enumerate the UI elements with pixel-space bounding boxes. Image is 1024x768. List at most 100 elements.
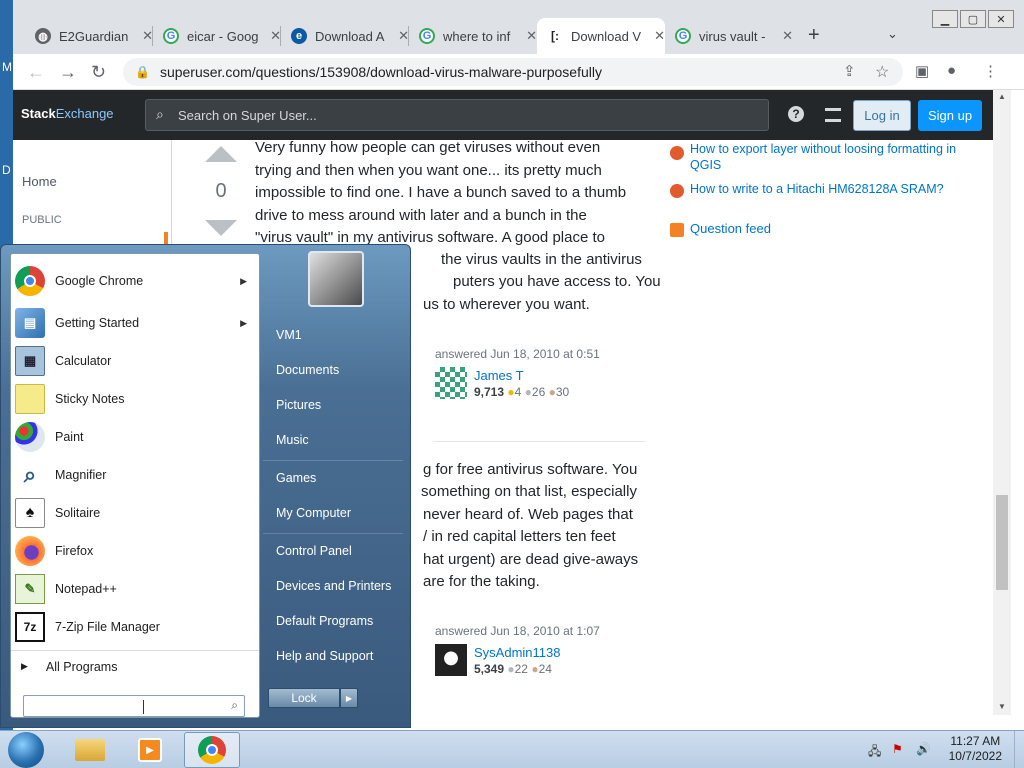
back-icon[interactable]: ← (27, 62, 45, 83)
program-google-chrome[interactable]: Google Chrome ▶ (11, 262, 259, 300)
toolbar: ← → ↻ 🔒 superuser.com/questions/153908/d… (13, 54, 1024, 90)
all-programs[interactable]: ▶ All Programs (11, 650, 259, 682)
program-calculator[interactable]: ▦ Calculator (11, 342, 259, 380)
start-item-control-panel[interactable]: Control Panel (263, 535, 409, 567)
scroll-down-icon[interactable]: ▼ (998, 702, 1006, 711)
start-item-my-computer[interactable]: My Computer (263, 497, 409, 529)
start-item-devices-printers[interactable]: Devices and Printers (263, 570, 409, 602)
sticky-notes-icon (15, 384, 45, 414)
lock-icon[interactable]: 🔒 (135, 65, 150, 79)
scroll-up-icon[interactable]: ▲ (998, 92, 1006, 101)
folder-icon (75, 739, 105, 761)
start-item-vm1[interactable]: VM1 (263, 319, 409, 351)
edge-icon: e (291, 28, 307, 44)
magnifier-icon: ⌕ (23, 462, 37, 487)
search-icon: ⌕ (156, 106, 164, 122)
menu-separator (263, 460, 403, 461)
tab-e2guardian[interactable]: ◍ E2Guardian ✕ (25, 18, 153, 54)
show-desktop-button[interactable] (1014, 731, 1024, 768)
menu-kebab-icon[interactable]: ⋮ (983, 62, 998, 80)
getting-started-icon: ▤ (15, 308, 45, 338)
program-firefox[interactable]: Firefox (11, 532, 259, 570)
start-search-input[interactable]: ⌕ (23, 695, 245, 717)
program-getting-started[interactable]: ▤ Getting Started ▶ (11, 304, 259, 342)
user-picture[interactable] (308, 251, 364, 307)
page-scrollbar[interactable]: ▲ ▼ (993, 90, 1011, 715)
nav-home[interactable]: Home (22, 174, 57, 189)
avatar[interactable] (435, 644, 467, 676)
bookmark-star-icon[interactable]: ☆ (875, 62, 889, 82)
new-tab-button[interactable]: + (808, 24, 820, 47)
upvote-button[interactable] (205, 146, 237, 162)
question-feed-link[interactable]: Question feed (690, 221, 771, 237)
volume-icon[interactable]: 🔊 (916, 742, 931, 756)
start-item-default-programs[interactable]: Default Programs (263, 605, 409, 637)
program-magnifier[interactable]: ⌕ Magnifier (11, 456, 259, 494)
tab-search-icon[interactable]: ⌄ (887, 26, 898, 42)
side-panel-icon[interactable]: ▣ (915, 62, 929, 80)
shutdown-options-arrow-icon[interactable]: ▶ (340, 688, 358, 708)
start-item-music[interactable]: Music (263, 424, 409, 456)
close-tab-icon[interactable]: ✕ (654, 28, 665, 44)
site-switcher-icon[interactable] (825, 108, 841, 122)
related-question-link[interactable]: How to write to a Hitachi HM628128A SRAM… (690, 181, 970, 197)
taskbar-explorer[interactable] (62, 732, 118, 768)
text-cursor (143, 700, 144, 714)
answered-timestamp: answered Jun 18, 2010 at 1:07 (435, 624, 600, 638)
start-item-help-support[interactable]: Help and Support (263, 640, 409, 672)
close-window-button[interactable]: ✕ (988, 10, 1014, 28)
tab-where-to-inf[interactable]: G where to inf ✕ (409, 18, 537, 54)
program-7zip[interactable]: 7z 7-Zip File Manager (11, 608, 259, 646)
maximize-button[interactable]: ▢ (960, 10, 986, 28)
site-search-input[interactable]: ⌕ Search on Super User... (145, 99, 769, 131)
nav-public-heading: PUBLIC (22, 214, 62, 226)
share-icon[interactable]: ⇪ (843, 62, 856, 80)
start-item-documents[interactable]: Documents (263, 354, 409, 386)
user-link[interactable]: SysAdmin1138 (474, 645, 560, 660)
forward-icon[interactable]: → (59, 62, 77, 83)
paint-icon (15, 422, 45, 452)
start-item-games[interactable]: Games (263, 462, 409, 494)
user-reputation: 5,349 ●22 ●24 (474, 662, 552, 676)
program-paint[interactable]: Paint (11, 418, 259, 456)
answer-1-body-visible: the virus vaults in the antivirus (441, 251, 642, 268)
start-button[interactable] (8, 732, 44, 768)
user-link[interactable]: James T (474, 368, 524, 383)
media-player-icon: ▶ (138, 738, 162, 762)
program-solitaire[interactable]: ♠ Solitaire (11, 494, 259, 532)
user-reputation: 9,713 ●4 ●26 ●30 (474, 385, 570, 399)
calculator-icon: ▦ (15, 346, 45, 376)
desktop-glyph: D (2, 163, 11, 177)
scrollbar-thumb[interactable] (996, 495, 1008, 590)
taskbar-media-player[interactable]: ▶ (122, 732, 178, 768)
login-button[interactable]: Log in (853, 100, 911, 131)
system-clock[interactable]: 11:27 AM 10/7/2022 (949, 734, 1002, 764)
profile-icon[interactable]: ● (947, 62, 956, 79)
related-question-link[interactable]: How to export layer without loosing form… (690, 141, 970, 173)
taskbar-chrome[interactable] (184, 732, 240, 768)
tab-download-a[interactable]: e Download A ✕ (281, 18, 409, 54)
address-bar[interactable]: 🔒 superuser.com/questions/153908/downloa… (123, 58, 903, 86)
avatar[interactable] (435, 367, 467, 399)
tab-eicar[interactable]: G eicar - Goog ✕ (153, 18, 281, 54)
answer-2-body: g for free antivirus software. You (423, 461, 638, 478)
program-sticky-notes[interactable]: Sticky Notes (11, 380, 259, 418)
reload-icon[interactable]: ↻ (91, 62, 106, 83)
signup-button[interactable]: Sign up (918, 100, 982, 131)
minimize-button[interactable]: ▁ (932, 10, 958, 28)
close-tab-icon[interactable]: ✕ (526, 28, 537, 44)
start-item-pictures[interactable]: Pictures (263, 389, 409, 421)
network-icon[interactable]: 🖧 (868, 742, 882, 758)
help-icon[interactable]: ? (788, 106, 804, 122)
tab-virus-vault[interactable]: G virus vault - ✕ (665, 18, 793, 54)
stackexchange-logo[interactable]: StackExchange (21, 106, 114, 121)
vote-count: 0 (215, 180, 227, 202)
tab-download-v-active[interactable]: [: Download V ✕ (537, 18, 665, 54)
downvote-button[interactable] (205, 220, 237, 236)
action-center-icon[interactable]: ⚑ (892, 742, 906, 756)
google-icon: G (419, 28, 435, 44)
program-notepadpp[interactable]: ✎ Notepad++ (11, 570, 259, 608)
taskbar: ▶ 🖧 ⚑ 🔊 11:27 AM 10/7/2022 (0, 730, 1024, 768)
lock-button[interactable]: Lock (268, 688, 340, 708)
close-tab-icon[interactable]: ✕ (782, 28, 793, 44)
